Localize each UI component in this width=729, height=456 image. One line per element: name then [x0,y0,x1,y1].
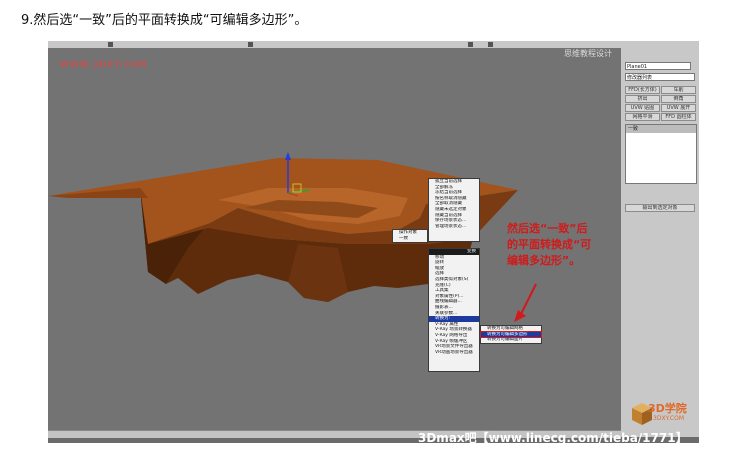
modifier-button[interactable]: 倒角 [661,95,696,103]
modifier-stack-item[interactable]: 一致 [626,125,696,133]
modifier-button[interactable]: UVW 展开 [661,104,696,112]
menu-item[interactable]: VR场景文件导出器 [429,344,479,350]
quad-menu-display: 孤立当前选择 全部解冻 冻结当前选择 按名称取消隐藏 全部取消隐藏 隐藏未选定对… [428,178,480,242]
modifier-button[interactable]: 挤出 [625,95,660,103]
toolbar-icon[interactable] [248,42,253,47]
modifier-button[interactable]: 车削 [661,86,696,94]
logo-sub: 3DXY.COM [653,415,684,422]
object-name-field[interactable]: Plane01 [625,62,691,70]
step-caption: 9.然后选“一致”后的平面转换成“可编辑多边形”。 [21,13,308,28]
pin-to-object-button[interactable]: 输出到选定对象 [625,204,695,212]
command-panel: Plane01 修改器列表 FFD(长方体) 车削 挤出 倒角 UVW 贴图 U… [621,48,699,437]
modifier-button[interactable]: UVW 贴图 [625,104,660,112]
annotation-line: 然后选“一致”后 [507,222,588,235]
submenu-item-editable-patch[interactable]: 转换为可编辑面片 [481,337,541,343]
viewport-top-right-text: 思维教程设计 [564,49,612,58]
modifier-stack[interactable]: 一致 [625,124,697,184]
quad-menu-transform: 变换 移动 旋转 缩放 选择 选择类似对象(S) 克隆(C) 工具集 对象属性(… [428,248,480,372]
modifier-button[interactable]: 网格平滑 [625,113,660,121]
modifier-button[interactable]: FFD 圆柱体 [661,113,696,121]
convert-submenu: 转换为可编辑网格 转换为可编辑多边形 转换为可编辑面片 [480,325,542,344]
toolbar-icon[interactable] [468,42,473,47]
instruction-annotation: 然后选“一致”后 的平面转换成“可 编辑多边形”。 [507,221,617,269]
max-screenshot: WWW.3DXY.COM 孤立当前选择 全部解冻 冻结当前选择 按名称取消隐藏 [48,41,699,443]
toolbar-icon[interactable] [488,42,493,47]
modifier-list-dropdown[interactable]: 修改器列表 [625,73,695,81]
logo-name: 3D学院 [648,402,687,415]
modifier-button[interactable]: FFD(长方体) [625,86,660,94]
menu-item[interactable]: VR动画场景导出器 [429,350,479,356]
watermark: 3Dmax吧【www.linecg.com/tieba/1771】 [418,431,688,443]
menu-item[interactable]: 管理场景状态... [429,224,479,230]
annotation-line: 编辑多边形”。 [507,254,581,267]
toolbar-icon[interactable] [108,42,113,47]
menu-item-conform[interactable]: 一致 [393,236,427,242]
quad-menu-tools: 操作对象 一致 [392,229,428,243]
annotation-line: 的平面转换成“可 [507,238,592,251]
